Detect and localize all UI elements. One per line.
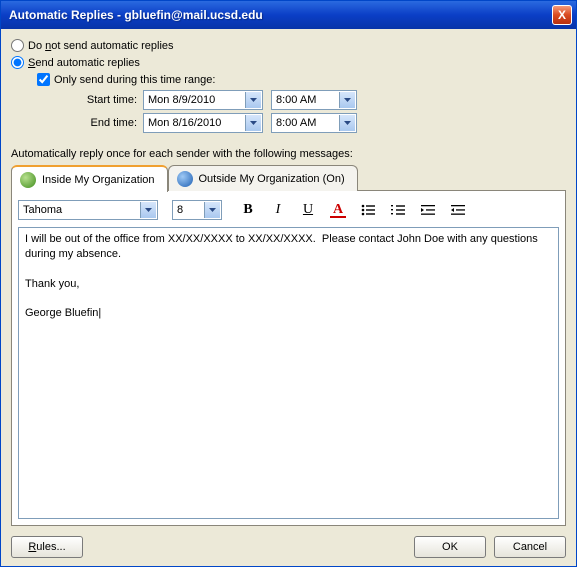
ok-button[interactable]: OK [414, 536, 486, 558]
radio-do-not-send-input[interactable] [11, 39, 24, 52]
underline-button[interactable]: U [296, 199, 320, 221]
increase-indent-button[interactable] [446, 199, 470, 221]
decrease-indent-button[interactable] [416, 199, 440, 221]
radio-do-not-send-label: Do not send automatic replies [28, 40, 174, 52]
start-date-value: Mon 8/9/2010 [148, 94, 215, 106]
font-family-select[interactable]: Tahoma [18, 200, 158, 220]
chevron-down-icon [339, 92, 355, 108]
only-send-label: Only send during this time range: [54, 74, 215, 86]
radio-send-label: Send automatic replies [28, 57, 140, 69]
tab-inside-org[interactable]: Inside My Organization [11, 165, 168, 192]
italic-button[interactable]: I [266, 199, 290, 221]
message-body: I will be out of the office from XX/XX/X… [25, 233, 541, 260]
chevron-down-icon [140, 202, 156, 218]
end-time-value: 8:00 AM [276, 117, 316, 129]
dialog-footer: Rules... OK Cancel [11, 526, 566, 558]
start-time-value: 8:00 AM [276, 94, 316, 106]
only-send-range[interactable]: Only send during this time range: [37, 73, 566, 86]
radio-send-input[interactable] [11, 56, 24, 69]
window-title: Automatic Replies - gbluefin@mail.ucsd.e… [9, 8, 552, 22]
close-button[interactable]: X [552, 5, 572, 25]
font-size-value: 8 [177, 204, 183, 216]
cancel-button[interactable]: Cancel [494, 536, 566, 558]
end-date-value: Mon 8/16/2010 [148, 117, 221, 129]
titlebar[interactable]: Automatic Replies - gbluefin@mail.ucsd.e… [1, 1, 576, 29]
chevron-down-icon [204, 202, 220, 218]
only-send-checkbox[interactable] [37, 73, 50, 86]
message-signature: George Bluefin [25, 307, 101, 319]
time-range-block: Only send during this time range: Start … [37, 73, 566, 136]
font-color-button[interactable]: A [326, 199, 350, 221]
tab-outside-label: Outside My Organization (On) [199, 173, 345, 185]
font-family-value: Tahoma [23, 204, 62, 216]
end-date-select[interactable]: Mon 8/16/2010 [143, 113, 263, 133]
message-thanks: Thank you, [25, 278, 79, 290]
reply-caption: Automatically reply once for each sender… [11, 148, 566, 160]
bulleted-list-button[interactable] [356, 199, 380, 221]
message-editor[interactable]: I will be out of the office from XX/XX/X… [18, 227, 559, 519]
numbered-list-button[interactable] [386, 199, 410, 221]
tab-inside-label: Inside My Organization [42, 174, 155, 186]
radio-send[interactable]: Send automatic replies [11, 56, 566, 69]
globe-inside-icon [20, 172, 36, 188]
tab-panel: Tahoma 8 B I U A [11, 190, 566, 526]
tab-outside-org[interactable]: Outside My Organization (On) [168, 165, 358, 191]
chevron-down-icon [245, 92, 261, 108]
font-size-select[interactable]: 8 [172, 200, 222, 220]
dialog-window: Automatic Replies - gbluefin@mail.ucsd.e… [0, 0, 577, 567]
time-grid: Start time: Mon 8/9/2010 8:00 AM End tim… [57, 90, 566, 133]
close-icon: X [558, 8, 566, 22]
tabstrip: Inside My Organization Outside My Organi… [11, 164, 566, 191]
start-date-select[interactable]: Mon 8/9/2010 [143, 90, 263, 110]
start-time-select[interactable]: 8:00 AM [271, 90, 357, 110]
globe-outside-icon [177, 171, 193, 187]
client-area: Do not send automatic replies Send autom… [1, 29, 576, 566]
radio-do-not-send[interactable]: Do not send automatic replies [11, 39, 566, 52]
rules-button[interactable]: Rules... [11, 536, 83, 558]
end-time-select[interactable]: 8:00 AM [271, 113, 357, 133]
end-time-caption: End time: [57, 117, 137, 129]
bold-button[interactable]: B [236, 199, 260, 221]
chevron-down-icon [245, 115, 261, 131]
format-toolbar: Tahoma 8 B I U A [18, 197, 559, 223]
chevron-down-icon [339, 115, 355, 131]
start-time-caption: Start time: [57, 94, 137, 106]
